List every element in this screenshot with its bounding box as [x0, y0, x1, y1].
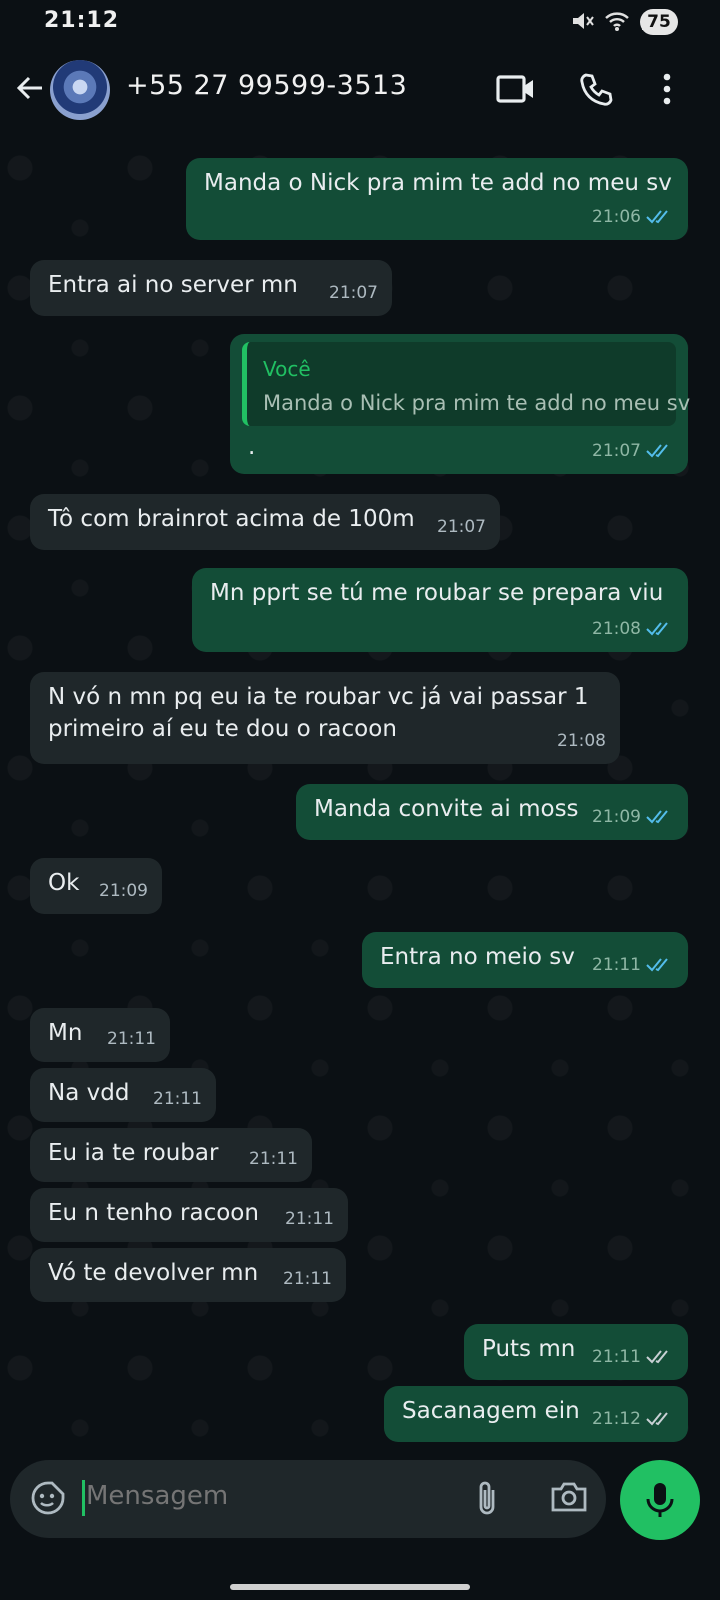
message-incoming[interactable]: N vó n mn pq eu ia te roubar vc já vai p… [30, 672, 620, 764]
status-time: 21:12 [44, 8, 120, 33]
sent-ticks-icon [646, 1411, 674, 1427]
message-outgoing[interactable]: Sacanagem ein 21:12 [384, 1386, 688, 1442]
camera-icon [551, 1482, 587, 1512]
sent-ticks-icon [646, 1349, 674, 1365]
read-ticks-icon [646, 957, 674, 973]
voice-call-button[interactable] [578, 72, 614, 112]
camera-button[interactable] [550, 1480, 588, 1518]
battery-indicator: 75 [640, 9, 678, 35]
menu-button[interactable] [660, 72, 674, 110]
message-incoming[interactable]: Tô com brainrot acima de 100m 21:07 [30, 494, 500, 550]
chat-area[interactable]: Manda o Nick pra mim te add no meu sv 21… [0, 138, 720, 1460]
message-outgoing[interactable]: Manda convite ai moss 21:09 [296, 784, 688, 840]
quote-text: Manda o Nick pra mim te add no meu sv [263, 391, 691, 415]
voice-record-button[interactable] [620, 1460, 700, 1540]
read-ticks-icon [646, 621, 674, 637]
status-bar: 21:12 75 [0, 0, 720, 46]
more-vert-icon [663, 73, 671, 105]
message-outgoing[interactable]: Mn pprt se tú me roubar se prepara viu 2… [192, 568, 688, 652]
phone-icon [580, 73, 613, 106]
message-incoming[interactable]: Vó te devolver mn 21:11 [30, 1248, 346, 1302]
arrow-left-icon [16, 76, 42, 100]
read-ticks-icon [646, 809, 674, 825]
mute-icon [573, 13, 594, 29]
message-incoming[interactable]: Eu n tenho racoon 21:11 [30, 1188, 348, 1242]
message-incoming[interactable]: Ok 21:09 [30, 858, 162, 914]
quoted-message[interactable]: Você Manda o Nick pra mim te add no meu … [242, 342, 690, 426]
contact-name[interactable]: +55 27 99599-3513 [126, 70, 407, 101]
chat-header: +55 27 99599-3513 [0, 46, 720, 138]
video-call-icon [496, 75, 533, 103]
message-incoming[interactable]: Na vdd 21:11 [30, 1068, 216, 1122]
read-ticks-icon [646, 443, 674, 459]
paperclip-icon [479, 1481, 495, 1515]
wifi-icon [605, 12, 629, 31]
emoji-button[interactable] [30, 1480, 66, 1520]
message-outgoing[interactable]: Puts mn 21:11 [464, 1324, 688, 1380]
back-button[interactable] [14, 72, 46, 108]
avatar[interactable] [50, 60, 110, 120]
gesture-bar [230, 1584, 470, 1590]
message-incoming[interactable]: Entra ai no server mn 21:07 [30, 260, 392, 316]
message-input[interactable] [84, 1480, 448, 1512]
mic-icon [646, 1483, 674, 1517]
message-outgoing-reply[interactable]: Você Manda o Nick pra mim te add no meu … [230, 334, 690, 474]
video-call-button[interactable] [496, 72, 536, 110]
read-ticks-icon [646, 209, 674, 225]
message-composer [10, 1460, 606, 1538]
quote-author: Você [263, 357, 311, 381]
attach-button[interactable] [474, 1478, 500, 1522]
message-outgoing[interactable]: Entra no meio sv 21:11 [362, 932, 688, 988]
message-outgoing[interactable]: Manda o Nick pra mim te add no meu sv 21… [186, 158, 688, 240]
message-incoming[interactable]: Mn 21:11 [30, 1008, 170, 1062]
message-incoming[interactable]: Eu ia te roubar 21:11 [30, 1128, 312, 1182]
sticker-icon [31, 1481, 65, 1515]
